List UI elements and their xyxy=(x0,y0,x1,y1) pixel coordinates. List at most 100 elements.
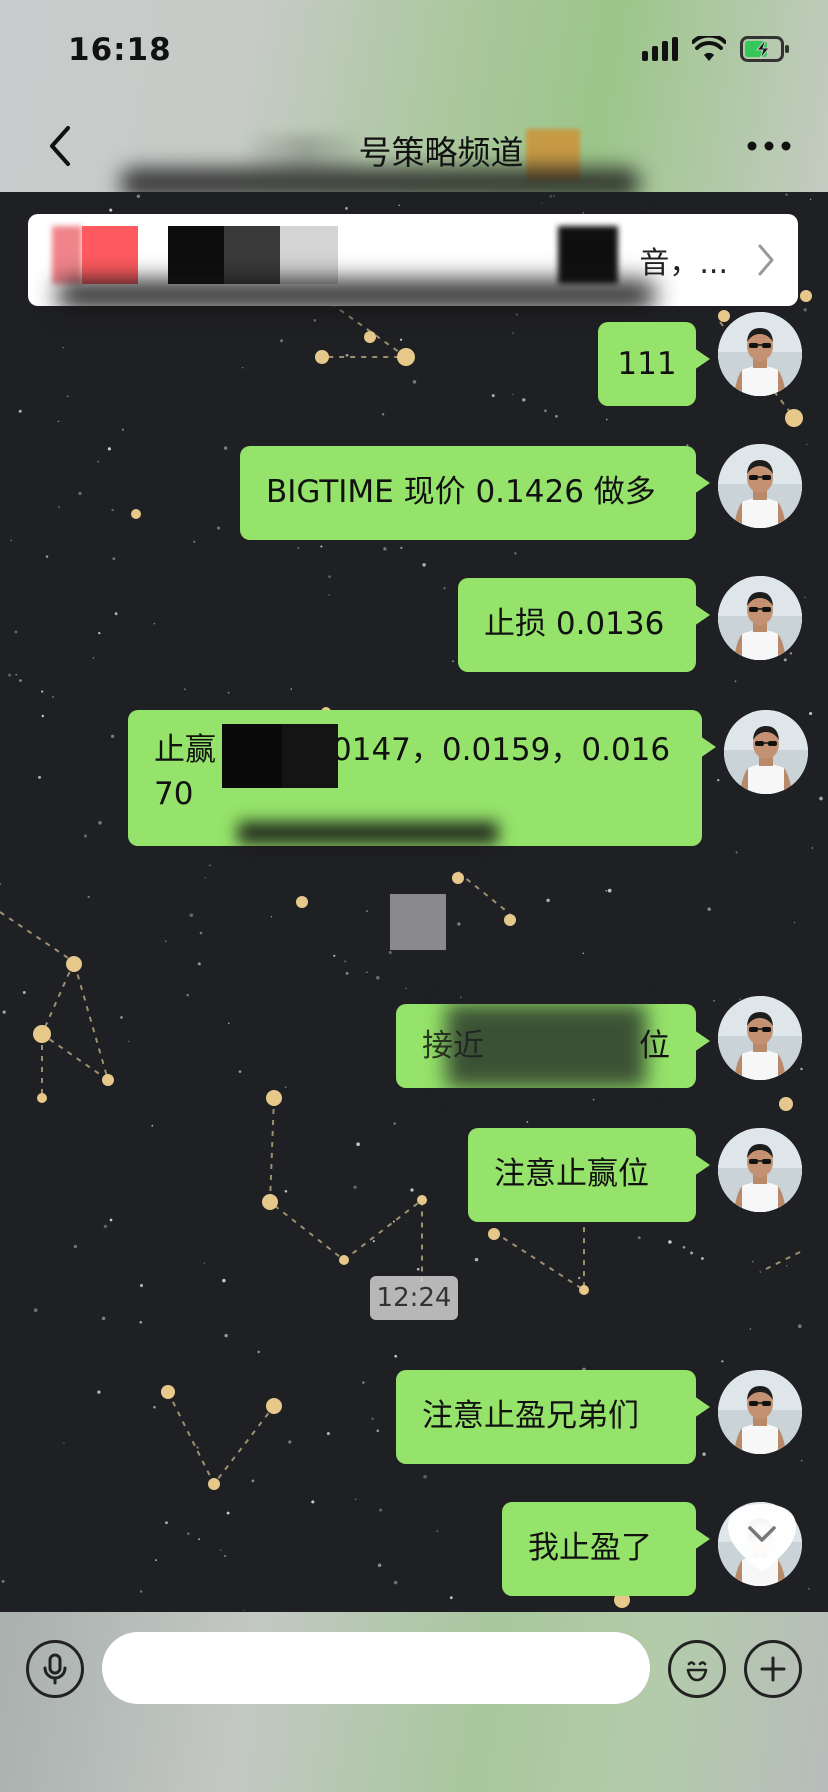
star xyxy=(713,999,715,1002)
star xyxy=(811,847,814,849)
star xyxy=(199,931,203,935)
star xyxy=(14,630,18,634)
emoji-icon xyxy=(686,1661,708,1682)
star xyxy=(797,1324,802,1329)
message-bubble[interactable]: BIGTIME 现价 0.1426 做多 xyxy=(240,446,710,540)
star xyxy=(491,394,495,398)
star xyxy=(73,1245,77,1249)
message-bubble[interactable]: 止损 0.0136 xyxy=(458,578,710,672)
star xyxy=(344,960,347,963)
star xyxy=(62,346,64,349)
star xyxy=(109,1218,113,1222)
star xyxy=(209,864,211,867)
star xyxy=(806,443,808,446)
avatar[interactable] xyxy=(718,312,802,396)
star xyxy=(452,660,454,662)
star xyxy=(690,1251,694,1255)
avatar[interactable] xyxy=(718,1370,802,1454)
star xyxy=(98,820,102,825)
voice-button[interactable] xyxy=(26,1640,84,1698)
star xyxy=(228,1022,230,1025)
star xyxy=(393,1580,398,1585)
star xyxy=(707,907,711,911)
more-options-icon[interactable] xyxy=(744,132,794,160)
message-redaction xyxy=(222,724,282,788)
avatar[interactable] xyxy=(718,1128,802,1212)
star xyxy=(345,971,349,975)
message-bubble[interactable]: 接近 位 xyxy=(396,1004,710,1088)
star xyxy=(388,951,392,954)
star xyxy=(121,428,124,431)
message-bubble[interactable]: 111 xyxy=(598,322,710,406)
star xyxy=(668,1240,672,1244)
redaction-smudge xyxy=(446,1004,646,1088)
chevron-right-icon xyxy=(758,244,774,276)
star xyxy=(399,338,403,342)
message-bubble[interactable]: 我止盈了 xyxy=(502,1502,710,1596)
message-bubble[interactable]: 注意止盈兄弟们 xyxy=(396,1370,710,1464)
star xyxy=(808,1587,810,1590)
star xyxy=(284,1086,287,1088)
add-button[interactable] xyxy=(744,1640,802,1698)
star xyxy=(514,552,517,555)
star xyxy=(109,208,113,212)
star xyxy=(381,413,385,416)
star xyxy=(311,1500,315,1504)
star xyxy=(114,612,118,616)
banner-redaction xyxy=(224,226,280,284)
avatar[interactable] xyxy=(724,710,808,794)
star xyxy=(15,673,17,676)
star xyxy=(270,916,273,918)
star xyxy=(449,1596,453,1600)
message-input[interactable] xyxy=(102,1632,650,1704)
chat-screen: 16:18 号策略频道 音，... 111 BIGTIME 现价 0.1426 … xyxy=(0,0,828,1792)
star xyxy=(377,1563,382,1567)
star xyxy=(66,395,69,398)
star xyxy=(400,546,403,550)
star xyxy=(749,1328,752,1330)
star xyxy=(8,673,12,677)
star xyxy=(366,910,368,912)
star xyxy=(376,1429,380,1433)
star xyxy=(164,940,167,943)
star xyxy=(290,688,292,690)
avatar[interactable] xyxy=(718,444,802,528)
avatar-photo xyxy=(718,1128,802,1212)
star xyxy=(101,1316,106,1321)
star xyxy=(38,775,41,779)
star xyxy=(241,366,244,369)
star xyxy=(187,1532,190,1535)
star xyxy=(110,734,115,739)
avatar-photo xyxy=(718,576,802,660)
star xyxy=(819,796,823,801)
scroll-down-icon[interactable] xyxy=(722,1498,802,1578)
avatar-photo xyxy=(724,710,808,794)
star xyxy=(183,688,186,691)
banner-redaction xyxy=(280,226,338,284)
star xyxy=(592,1098,595,1101)
star xyxy=(97,460,100,463)
timestamp-chip: 12:24 xyxy=(370,1276,458,1320)
star xyxy=(153,623,155,625)
star xyxy=(328,594,330,596)
star xyxy=(416,1267,420,1271)
star xyxy=(280,339,283,343)
star xyxy=(41,690,44,693)
battery-icon xyxy=(740,36,789,62)
star xyxy=(422,563,426,567)
star xyxy=(120,1016,123,1019)
star xyxy=(459,996,462,999)
microphone-icon xyxy=(43,1653,67,1685)
star xyxy=(721,1360,724,1363)
message-bubble[interactable]: 注意止赢位 xyxy=(468,1128,710,1222)
star xyxy=(785,1264,788,1267)
avatar-photo xyxy=(718,444,802,528)
redaction-smudge xyxy=(56,280,656,310)
emoji-button[interactable] xyxy=(668,1640,726,1698)
star xyxy=(226,1511,230,1515)
star xyxy=(222,1278,226,1283)
avatar[interactable] xyxy=(718,576,802,660)
message-bubble[interactable]: 止赢 0147，0.0159，0.016 70 xyxy=(128,710,716,846)
star xyxy=(78,491,82,496)
avatar[interactable] xyxy=(718,996,802,1080)
